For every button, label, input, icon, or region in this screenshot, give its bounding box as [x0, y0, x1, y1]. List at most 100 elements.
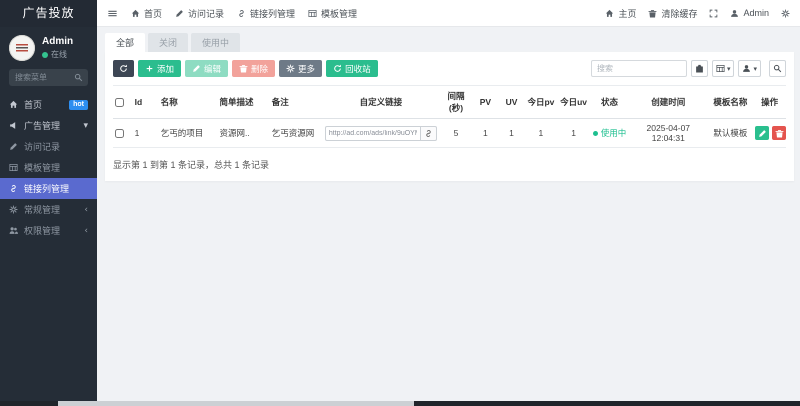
pencil-icon	[176, 9, 183, 17]
export-dropdown-button[interactable]: ▾	[738, 60, 761, 77]
sidebar-item-link-management[interactable]: 链接列管理	[0, 178, 97, 199]
sidebar-item-general-management[interactable]: 常规管理 ‹	[0, 199, 97, 220]
megaphone-icon	[10, 122, 16, 129]
navtab-link-management[interactable]: 链接列管理	[237, 7, 295, 20]
col-desc: 简单描述	[217, 85, 270, 119]
table-row[interactable]: 1 乞丐的项目 资源网.. 乞丐资源网 5 1 1	[113, 118, 787, 148]
recycle-bin-button[interactable]: 回收站	[326, 60, 378, 77]
custom-link-input[interactable]	[324, 125, 421, 141]
refresh-icon	[120, 64, 127, 72]
sidebar-item-permission-management[interactable]: 权限管理 ‹	[0, 220, 97, 241]
sidebar: 广告投放 Admin 在线 首页 hot 广告管理 ▾ 访问	[0, 0, 97, 406]
plus-icon	[146, 65, 153, 72]
sidebar-item-label: 模板管理	[24, 163, 61, 173]
sidebar-item-template-management[interactable]: 模板管理	[0, 157, 97, 178]
col-name: 名称	[158, 85, 218, 119]
chevron-left-icon: ‹	[84, 225, 88, 236]
app-title: 广告投放	[0, 0, 97, 27]
sidebar-item-label: 权限管理	[24, 226, 61, 236]
trash-icon	[775, 129, 784, 137]
user-status-label: 在线	[51, 50, 67, 59]
columns-dropdown-button[interactable]: ▾	[711, 60, 735, 77]
navtab-label: 首页	[144, 8, 163, 19]
cell-pv: 1	[472, 118, 499, 148]
clear-cache-label: 清除缓存	[661, 8, 698, 19]
navtab-label: 链接列管理	[250, 8, 296, 19]
navtab-label: 模板管理	[321, 8, 358, 19]
user-icon	[731, 9, 739, 17]
topnav-home-label: 主页	[618, 8, 637, 19]
col-actions: 操作	[753, 85, 786, 119]
tab-closed[interactable]: 关闭	[148, 33, 189, 52]
add-button[interactable]: 添加	[138, 60, 182, 77]
navtab-visit-records[interactable]: 访问记录	[175, 7, 224, 20]
search-submit-button[interactable]	[769, 60, 786, 77]
recycle-icon	[334, 64, 341, 72]
record-summary: 显示第 1 到第 1 条记录，总共 1 条记录	[113, 160, 270, 170]
col-pv: PV	[472, 85, 499, 119]
sidebar-toggle-button[interactable]	[107, 8, 118, 19]
sidebar-item-label: 常规管理	[24, 205, 61, 215]
link-icon	[426, 129, 431, 137]
sidebar-item-home[interactable]: 首页 hot	[0, 94, 97, 115]
tab-in-use[interactable]: 使用中	[191, 33, 241, 52]
delete-button[interactable]: 删除	[232, 60, 276, 77]
col-note: 备注	[269, 85, 323, 119]
link-icon	[11, 185, 16, 192]
paste-button[interactable]	[690, 60, 708, 77]
top-navbar: 首页 访问记录 链接列管理 模板管理 主页 清除缓存 Admin	[97, 0, 800, 27]
table-search-input[interactable]	[590, 60, 687, 77]
navtab-home[interactable]: 首页	[131, 7, 162, 20]
recycle-bin-label: 回收站	[345, 63, 371, 74]
col-uv: UV	[498, 85, 525, 119]
hamburger-icon	[108, 10, 117, 16]
caret-down-icon: ▾	[726, 64, 731, 73]
sidebar-search	[9, 69, 88, 86]
users-icon	[9, 227, 18, 234]
refresh-button[interactable]	[113, 60, 134, 77]
sidebar-item-label: 访问记录	[24, 142, 61, 152]
user-name: Admin	[42, 36, 74, 47]
col-today-uv: 今日uv	[557, 85, 590, 119]
more-button-label: 更多	[298, 63, 316, 74]
cell-interval: 5	[439, 118, 473, 148]
links-table: Id 名称 简单描述 备注 自定义链接 间隔(秒) PV UV 今日pv 今日u…	[113, 85, 787, 148]
link-icon	[239, 9, 244, 17]
sidebar-item-visit-records[interactable]: 访问记录	[0, 136, 97, 157]
col-created: 创建时间	[629, 85, 708, 119]
more-button[interactable]: 更多	[279, 60, 323, 77]
pencil-icon	[193, 65, 200, 72]
cell-today-pv: 1	[524, 118, 558, 148]
row-checkbox[interactable]	[115, 129, 124, 139]
user-menu-label: Admin	[743, 8, 769, 18]
user-menu[interactable]: Admin	[730, 8, 769, 18]
table-icon	[9, 164, 18, 171]
select-all-checkbox[interactable]	[115, 98, 124, 108]
copy-link-button[interactable]	[420, 125, 437, 141]
chevron-left-icon: ‹	[84, 204, 88, 215]
row-delete-button[interactable]	[772, 126, 787, 140]
status-badge: 使用中	[592, 127, 626, 139]
custom-link-group	[324, 125, 437, 141]
cell-uv: 1	[498, 118, 525, 148]
chevron-down-icon: ▾	[83, 120, 88, 131]
col-today-pv: 今日pv	[524, 85, 558, 119]
settings-button[interactable]	[781, 9, 790, 18]
fullscreen-button[interactable]	[709, 9, 718, 18]
cell-note: 乞丐资源网	[269, 118, 323, 148]
clipboard-icon	[696, 64, 703, 73]
sidebar-item-ad-management[interactable]: 广告管理 ▾	[0, 115, 97, 136]
main-content: 全部 关闭 使用中 添加 编辑 删除 更多 回收站 搜索 ▾ ▾ Id 名称 简…	[97, 27, 800, 401]
gear-icon	[286, 64, 295, 73]
filter-tabs: 全部 关闭 使用中	[105, 33, 800, 52]
caret-down-icon: ▾	[753, 64, 757, 73]
pencil-icon	[758, 129, 766, 137]
navtab-label: 访问记录	[188, 8, 225, 19]
clear-cache-button[interactable]: 清除缓存	[648, 7, 697, 20]
edit-button[interactable]: 编辑	[185, 60, 229, 77]
tab-all[interactable]: 全部	[105, 33, 146, 52]
trash-icon	[649, 9, 657, 17]
topnav-home-button[interactable]: 主页	[605, 7, 636, 20]
row-edit-button[interactable]	[755, 126, 770, 140]
navtab-template-management[interactable]: 模板管理	[308, 7, 357, 20]
